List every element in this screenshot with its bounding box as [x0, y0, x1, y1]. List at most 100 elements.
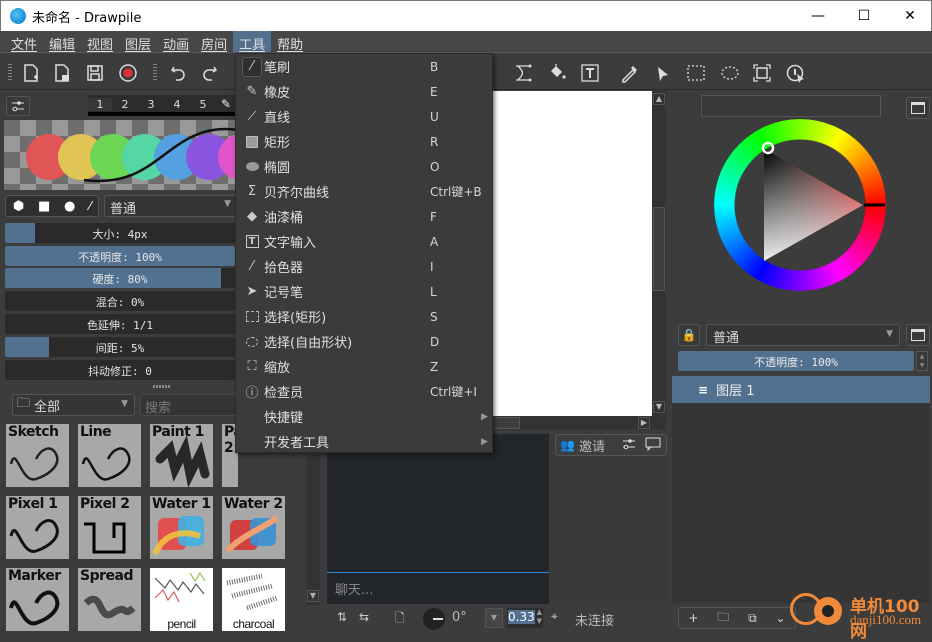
brush-slot-2[interactable]: 2 — [112, 98, 138, 111]
zoom-spinbox[interactable]: 0.33 ▲ ▼ — [507, 608, 543, 628]
maximize-button[interactable]: ☐ — [841, 1, 887, 31]
menu-item-select-rect[interactable]: 选择(矩形) S — [236, 304, 492, 329]
menu-item-rectangle[interactable]: 矩形 R — [236, 129, 492, 154]
fill-tool-button[interactable] — [546, 62, 568, 84]
layer-opacity-slider[interactable]: 不透明度: 100% — [678, 351, 914, 371]
menu-room[interactable]: 房间 — [195, 31, 233, 53]
brush-preset-pixel-2[interactable]: Pixel 2 — [78, 496, 141, 559]
brush-preset-sketch[interactable]: Sketch — [6, 424, 69, 487]
layer-row[interactable]: ≡ 图层 1 — [672, 376, 930, 403]
brush-preset-paint-1[interactable]: Paint 1 — [150, 424, 213, 487]
laser-pointer-tool-button[interactable] — [651, 62, 673, 84]
minimize-button[interactable]: — — [795, 1, 841, 31]
bezier-tool-button[interactable] — [512, 62, 534, 84]
color-wheel[interactable] — [714, 119, 886, 291]
record-button[interactable] — [117, 62, 139, 84]
session-settings-button[interactable] — [622, 438, 636, 453]
panel-splitter[interactable] — [153, 385, 171, 388]
menu-item-color-picker[interactable]: ⁄ 拾色器 I — [236, 254, 492, 279]
save-button[interactable] — [84, 62, 106, 84]
latency-button[interactable]: ⌖ — [551, 609, 558, 624]
dock-options-button[interactable] — [906, 97, 930, 119]
eraser-slot[interactable]: ✎ — [216, 97, 236, 111]
merge-layer-button[interactable]: ⌄ — [776, 611, 786, 625]
scroll-up-arrow-icon[interactable]: ▲ — [653, 93, 665, 105]
menu-tools[interactable]: 工具 — [233, 31, 272, 53]
brush-preset-spread[interactable]: Spread — [78, 568, 141, 631]
canvas-vertical-scrollbar[interactable]: ▲ ▼ — [652, 91, 666, 416]
select-lasso-tool-button[interactable] — [719, 62, 741, 84]
chat-options-button[interactable] — [645, 437, 663, 454]
presets-scrollbar[interactable]: ▼ — [306, 455, 320, 605]
drawing-canvas[interactable] — [480, 91, 652, 416]
menu-item-fill[interactable]: ◆ 油漆桶 F — [236, 204, 492, 229]
menu-file[interactable]: 文件 — [5, 31, 43, 53]
toolbar-grip[interactable] — [8, 64, 12, 82]
rotation-dropdown[interactable]: ▼ — [485, 608, 503, 628]
flip-vertical-button[interactable]: ⇅ — [337, 610, 347, 624]
toolbar-grip[interactable] — [153, 64, 157, 82]
spacing-slider[interactable]: 间距: 5% — [5, 337, 235, 357]
layer-lock-button[interactable]: 🔒 — [678, 324, 700, 346]
brush-blend-mode-select[interactable]: 普通 ▼ — [104, 195, 238, 217]
brush-round-pixel-button[interactable]: ⬢ — [13, 199, 24, 214]
menu-edit[interactable]: 编辑 — [43, 31, 81, 53]
brush-preset-water-1[interactable]: Water 1 — [150, 496, 213, 559]
add-group-button[interactable]: 🗀 — [717, 608, 729, 629]
brush-preset-line[interactable]: Line — [78, 424, 141, 487]
menu-view[interactable]: 视图 — [81, 31, 119, 53]
menu-item-developer-tools[interactable]: 开发者工具 ▶ — [236, 429, 492, 454]
brush-settings-button[interactable] — [6, 96, 30, 116]
menu-item-text[interactable]: T 文字输入 A — [236, 229, 492, 254]
menu-help[interactable]: 帮助 — [271, 31, 309, 53]
layer-blend-mode-select[interactable]: 普通 ▼ — [706, 324, 900, 346]
menu-animation[interactable]: 动画 — [157, 31, 195, 53]
canvas-horizontal-scrollbar[interactable]: ▶ — [480, 416, 666, 430]
rotation-dial[interactable] — [423, 608, 445, 630]
scroll-down-arrow-icon[interactable]: ▼ — [653, 401, 665, 413]
menu-item-zoom[interactable]: ⛶ 缩放 Z — [236, 354, 492, 379]
menu-item-shortcuts[interactable]: 快捷键 ▶ — [236, 404, 492, 429]
brush-mypaint-button[interactable]: ⁄ — [89, 199, 91, 213]
chat-input[interactable]: 聊天... — [335, 579, 373, 598]
select-rect-tool-button[interactable] — [685, 62, 707, 84]
color-picker-tool-button[interactable] — [619, 62, 641, 84]
menu-layer[interactable]: 图层 — [119, 31, 157, 53]
size-slider[interactable]: 大小: 4px — [5, 223, 235, 243]
menu-item-inspector[interactable]: ⓘ 检查员 Ctrl键+I — [236, 379, 492, 404]
flip-horizontal-button[interactable]: ⇆ — [359, 610, 369, 624]
menu-item-line[interactable]: ⟋ 直线 U — [236, 104, 492, 129]
menu-item-eraser[interactable]: ✎ 橡皮 E — [236, 79, 492, 104]
add-layer-button[interactable]: + — [688, 611, 698, 625]
brush-preset-pixel-1[interactable]: Pixel 1 — [6, 496, 69, 559]
stabilizer-slider[interactable]: 抖动修正: 0 — [5, 360, 235, 380]
zoom-tool-button[interactable] — [751, 62, 773, 84]
brush-soft-round-button[interactable]: ● — [64, 199, 75, 214]
invite-button[interactable]: 邀请 — [579, 436, 605, 455]
menu-item-ellipse[interactable]: 椭圆 O — [236, 154, 492, 179]
menu-item-bezier[interactable]: Σ 贝齐尔曲线 Ctrl键+B — [236, 179, 492, 204]
brush-slot-5[interactable]: 5 — [190, 98, 216, 111]
brush-square-pixel-button[interactable]: ■ — [38, 199, 50, 214]
scroll-down-arrow-icon[interactable]: ▼ — [307, 590, 319, 602]
brush-slot-1[interactable]: 1 — [88, 97, 112, 111]
hardness-slider[interactable]: 硬度: 80% — [5, 268, 235, 288]
duplicate-layer-button[interactable]: ⧉ — [748, 611, 757, 626]
brush-preset-charcoal[interactable]: charcoal — [222, 568, 285, 631]
color-pickup-slider[interactable]: 色延伸: 1/1 — [5, 314, 235, 334]
preset-search-input[interactable]: 搜索 — [140, 394, 238, 416]
menu-item-brush[interactable]: ⁄ 笔刷 B — [236, 54, 492, 79]
scroll-right-arrow-icon[interactable]: ▶ — [638, 417, 650, 429]
open-document-button[interactable] — [51, 62, 73, 84]
brush-slot-4[interactable]: 4 — [164, 98, 190, 111]
redo-button[interactable] — [199, 62, 221, 84]
brush-slot-3[interactable]: 3 — [138, 98, 164, 111]
close-button[interactable]: ✕ — [887, 1, 932, 31]
brush-preset-pencil[interactable]: pencil — [150, 568, 213, 631]
new-document-button[interactable] — [20, 62, 42, 84]
layer-opacity-spin[interactable]: ▲ ▼ — [916, 351, 928, 371]
opacity-slider[interactable]: 不透明度: 100% — [5, 246, 235, 266]
brush-preset-water-2[interactable]: Water 2 — [222, 496, 285, 559]
menu-item-laser-pointer[interactable]: ➤ 记号笔 L — [236, 279, 492, 304]
layer-options-button[interactable] — [906, 324, 930, 346]
